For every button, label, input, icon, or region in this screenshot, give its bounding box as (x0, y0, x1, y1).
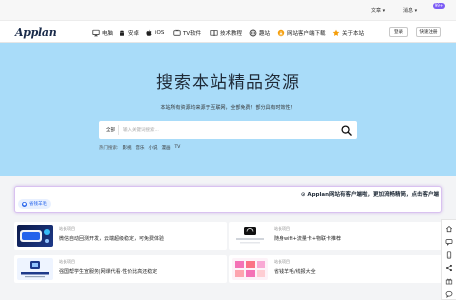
home-icon[interactable] (445, 225, 453, 233)
register-button[interactable]: 快速注册 (416, 27, 441, 37)
nav-item-tv[interactable]: TV软件 (173, 28, 201, 37)
hot-searches: 热门搜索: 影视 音乐 小说 漫画 TV (99, 145, 180, 151)
article-category: 站长项目 (274, 259, 290, 264)
article-category: 站长项目 (274, 226, 290, 231)
hot-search-term[interactable]: TV (175, 145, 181, 151)
nav-item-ios[interactable]: iOS (145, 28, 164, 37)
share-icon[interactable] (445, 264, 453, 272)
nav-item-label: 趣站 (259, 30, 271, 37)
nav-item-label: TV软件 (183, 30, 202, 37)
search-bar: 全部 (99, 121, 357, 139)
floating-toolbar (441, 219, 456, 300)
monitor-icon (92, 29, 100, 37)
hot-search-term[interactable]: 影视 (123, 145, 132, 151)
download-icon (277, 29, 285, 37)
article-card[interactable]: 站长项目 微信自动回测开发，云端超级稳定，可免费体验 (14, 222, 227, 250)
tv-icon (173, 28, 181, 37)
nav-item-label: 电脑 (102, 30, 114, 37)
site-logo[interactable]: Applan (15, 26, 57, 39)
nav-item-pc[interactable]: 电脑 (92, 28, 113, 37)
nav-item-label: 安卓 (128, 30, 140, 37)
search-input[interactable] (123, 124, 333, 136)
nav-item-label: 网站客户端下载 (287, 30, 326, 37)
hero-subtitle: 本站所有资源均来源于互联网，全部免费！部分具有时效性！ (160, 105, 296, 111)
star-icon (332, 29, 340, 37)
message-icon[interactable] (445, 238, 453, 246)
hot-search-term[interactable]: 小说 (149, 145, 158, 151)
article-card[interactable]: 站长项目 省钱羊毛/线报大全 (229, 255, 442, 283)
login-button[interactable]: 登录 (389, 27, 408, 37)
message-dropdown[interactable]: 消息 ▾ (403, 7, 417, 14)
divider (118, 125, 119, 135)
book-icon (210, 29, 218, 37)
article-title[interactable]: 省钱羊毛/线报大全 (274, 268, 316, 275)
nav-item-fun-sites[interactable]: 趣站 (249, 28, 270, 37)
article-category: 站长项目 (59, 226, 75, 231)
nav-item-about[interactable]: 关于本站 (332, 28, 364, 37)
article-thumbnail (232, 225, 268, 247)
globe-icon (249, 29, 257, 37)
hot-search-term[interactable]: 漫画 (162, 145, 171, 151)
announcement-banner: ⊙ Applan网站有客户端啦，更加流畅精简，点击客户端 ● 省钱羊毛 (14, 186, 442, 213)
article-title[interactable]: 随身wifi+流量卡+物联卡推荐 (274, 235, 341, 242)
search-scope-select[interactable]: 全部 (106, 127, 115, 133)
article-thumbnail (17, 258, 53, 280)
article-thumbnail (232, 258, 268, 280)
page-title: 搜索本站精品资源 (156, 73, 300, 93)
nav-item-android[interactable]: 安卓 (118, 28, 139, 37)
hot-searches-label: 热门搜索: (99, 146, 119, 151)
search-icon[interactable] (339, 123, 353, 137)
main-nav: Applan 电脑 安卓 iOS TV软件 技术教程 趣站 网站客户端下载 关于… (0, 21, 456, 43)
nav-item-tutorials[interactable]: 技术教程 (210, 28, 242, 37)
article-category: 站长项目 (59, 259, 75, 264)
category-pill-label: 省钱羊毛 (29, 202, 47, 207)
phone-icon[interactable] (445, 251, 453, 259)
nav-item-client-download[interactable]: 网站客户端下载 (277, 28, 326, 37)
hero-banner: 搜索本站精品资源 本站所有资源均来源于互联网，全部免费！部分具有时效性！ (0, 43, 456, 176)
hot-search-term[interactable]: 音乐 (136, 145, 145, 151)
announcement-text[interactable]: ⊙ Applan网站有客户端啦，更加流畅精简，点击客户端 (15, 190, 441, 198)
nav-item-label: 关于本站 (342, 30, 365, 37)
message-count-badge: 99+ (433, 3, 445, 9)
article-title[interactable]: 微信自动回测开发，云端超级稳定，可免费体验 (59, 235, 164, 242)
bullet-icon: ● (22, 201, 27, 207)
nav-item-label: iOS (155, 29, 165, 36)
top-utility-bar: 文章 ▾ 消息 ▾ 99+ (0, 0, 456, 21)
article-thumbnail (17, 225, 53, 247)
article-card[interactable]: 站长项目 随身wifi+流量卡+物联卡推荐 (229, 222, 442, 250)
chat-icon[interactable] (445, 290, 453, 298)
apple-icon (145, 29, 153, 37)
article-dropdown[interactable]: 文章 ▾ (371, 7, 385, 14)
category-pill[interactable]: ● 省钱羊毛 (18, 199, 51, 209)
article-card[interactable]: 站长项目 强国帮学生宣服务|网课代看·性价比高还稳定 (14, 255, 227, 283)
android-icon (118, 29, 126, 37)
nav-item-label: 技术教程 (220, 30, 243, 37)
gift-icon[interactable] (445, 277, 453, 285)
article-title[interactable]: 强国帮学生宣服务|网课代看·性价比高还稳定 (59, 268, 157, 275)
